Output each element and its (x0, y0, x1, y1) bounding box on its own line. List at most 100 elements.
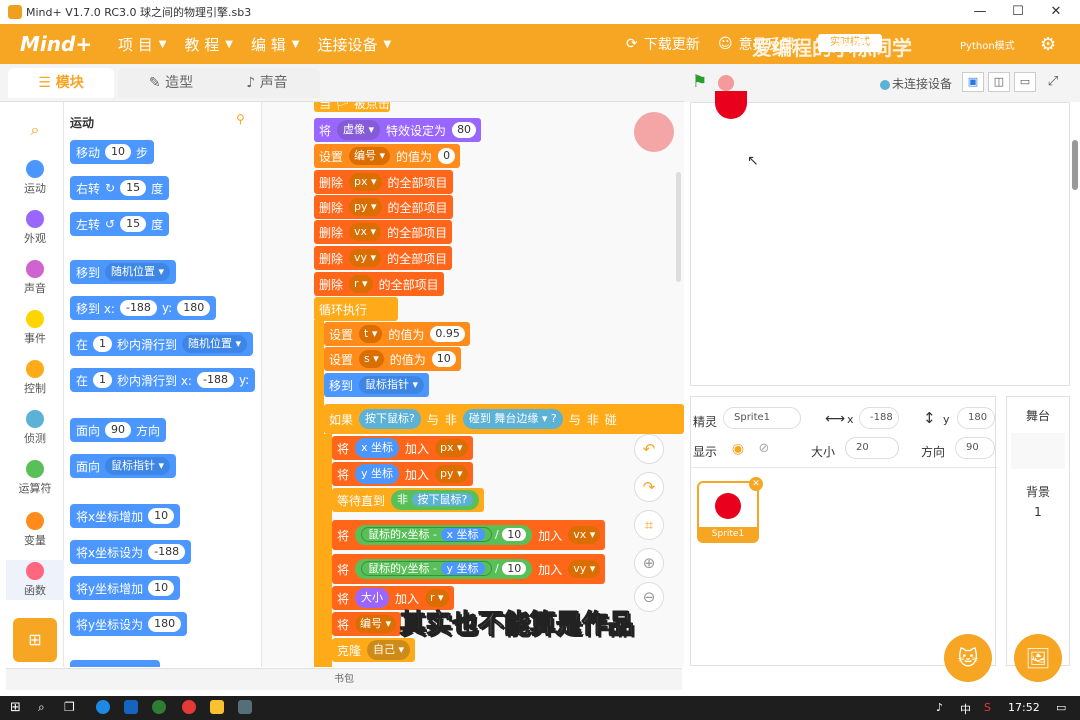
block-delete-px[interactable]: 删除 px ▾ 的全部项目 (314, 170, 453, 194)
block-add-id[interactable]: 将编号 ▾ (332, 612, 402, 636)
block-dropdown[interactable]: px ▾ (435, 439, 468, 457)
block-input[interactable]: 10 (431, 351, 456, 367)
mindplus-taskbar-icon[interactable] (238, 700, 252, 714)
category-operators[interactable]: 运算符 (6, 460, 64, 496)
block-dropdown[interactable]: 编号 ▾ (355, 615, 397, 633)
block-input[interactable]: -188 (196, 372, 234, 388)
block-dropdown[interactable]: 随机位置 ▾ (105, 263, 171, 281)
cleanup-icon[interactable]: ⌗ (634, 510, 664, 540)
menu-edit[interactable]: 编 辑 ▼ (251, 34, 299, 55)
green-flag-icon[interactable]: ⚑ (692, 72, 707, 92)
category-sensing[interactable]: 侦测 (6, 410, 64, 446)
window-scrollbar[interactable] (1072, 140, 1078, 190)
block-dropdown[interactable]: 自己 ▾ (367, 640, 411, 660)
edge-icon[interactable] (124, 700, 138, 714)
size-input[interactable]: 20 (845, 437, 899, 459)
hide-eye-icon[interactable]: ⊘ (753, 439, 775, 459)
block-dropdown[interactable]: vx ▾ (568, 526, 601, 544)
block-dropdown[interactable]: vy ▾ (349, 249, 382, 267)
zoom-in-icon[interactable]: ⊕ (634, 548, 664, 578)
reporter-divide[interactable]: 鼠标的y坐标 - y 坐标 / 10 (355, 559, 533, 579)
add-backdrop-icon[interactable]: 🖼 (1014, 634, 1062, 682)
block-dropdown[interactable]: 虚像 ▾ (337, 120, 381, 140)
download-update-button[interactable]: ⟳ 下载更新 (626, 24, 700, 64)
block-delete-vx[interactable]: 删除 vx ▾ 的全部项目 (314, 220, 453, 244)
folder-icon[interactable] (210, 700, 224, 714)
large-stage-icon[interactable]: ◫ (988, 72, 1010, 92)
category-sound[interactable]: 声音 (6, 260, 64, 296)
script-area[interactable]: 当 🏳 被点击 将虚像 ▾ 特效设定为 80 设置 编号 ▾ 的值为 0 删除 px ▾ 的全… (312, 102, 684, 667)
wide-stage-icon[interactable]: ▭ (1014, 72, 1036, 92)
block-partial[interactable] (70, 660, 160, 667)
block-dropdown[interactable]: 鼠标指针 ▾ (359, 376, 425, 394)
block-set-y[interactable]: 将y坐标设为 180 (70, 612, 188, 636)
tab-costumes[interactable]: ✎ 造型 (118, 68, 224, 98)
taskbar-search-icon[interactable]: ⌕ (38, 700, 45, 715)
category-looks[interactable]: 外观 (6, 210, 64, 246)
redo-icon[interactable]: ↷ (634, 472, 664, 502)
hat-green-flag[interactable]: 当 🏳 被点击 (314, 102, 390, 112)
block-dropdown[interactable]: s ▾ (359, 350, 384, 368)
block-goto-xy[interactable]: 移到 x: -188 y: 180 (70, 296, 217, 320)
category-motion[interactable]: 运动 (6, 160, 64, 196)
undo-icon[interactable]: ↶ (634, 434, 664, 464)
block-input[interactable]: 0 (438, 148, 456, 164)
block-input[interactable]: 10 (502, 562, 527, 575)
block-dropdown[interactable]: py ▾ (435, 465, 468, 483)
fullscreen-icon[interactable]: ⤢ (1042, 72, 1064, 92)
block-input[interactable]: 10 (105, 144, 132, 160)
block-dropdown[interactable]: py ▾ (349, 198, 382, 216)
block-forever[interactable]: 循环执行 (314, 297, 398, 321)
ime2-label[interactable]: S (984, 701, 991, 714)
stage-canvas[interactable]: ↖ (690, 91, 1070, 386)
block-input[interactable]: 10 (502, 528, 527, 541)
block-move-steps[interactable]: 移动 10 步 (70, 140, 155, 164)
category-events[interactable]: 事件 (6, 310, 64, 346)
block-input[interactable]: -188 (148, 544, 186, 560)
clock[interactable]: 17:52 (1008, 701, 1040, 714)
block-delete-r[interactable]: 删除 r ▾ 的全部项目 (314, 272, 444, 296)
block-if[interactable]: 如果 按下鼠标? 与 非 碰到 舞台边缘 ▾ ? 与 非 碰 (324, 404, 684, 434)
block-input[interactable]: 180 (148, 616, 182, 632)
tab-blocks[interactable]: ☰ 模块 (8, 68, 114, 98)
block-goto-random[interactable]: 移到 随机位置 ▾ (70, 260, 177, 284)
minimize-button[interactable]: — (962, 0, 998, 24)
sprite-thumbnail[interactable]: Sprite1 ✕ (697, 477, 763, 543)
ime-label[interactable]: 中 (960, 701, 971, 717)
block-change-y[interactable]: 将y坐标增加 10 (70, 576, 181, 600)
small-stage-icon[interactable]: ▣ (962, 72, 984, 92)
block-dropdown[interactable]: 编号 ▾ (349, 147, 391, 165)
windows-start-icon[interactable]: ⊞ (10, 700, 21, 715)
reporter-x-position[interactable]: x 坐标 (440, 528, 485, 541)
pin-icon[interactable]: ⚲ (236, 112, 245, 126)
reporter-subtract[interactable]: 鼠标的x坐标 - x 坐标 (361, 527, 492, 542)
block-dropdown[interactable]: px ▾ (349, 173, 382, 191)
reporter-y-position[interactable]: y 坐标 (440, 562, 485, 575)
reporter-touching[interactable]: 碰到 舞台边缘 ▾ ? (462, 409, 563, 429)
stage-panel[interactable]: 舞台 背景 1 (1006, 396, 1070, 666)
block-set-x[interactable]: 将x坐标设为 -188 (70, 540, 192, 564)
volume-icon[interactable]: ♪ (936, 701, 943, 714)
menu-tutorial[interactable]: 教 程 ▼ (184, 34, 232, 55)
block-turn-right[interactable]: 右转 ↻ 15 度 (70, 176, 170, 200)
block-dropdown[interactable]: 鼠标指针 ▾ (105, 457, 171, 475)
block-dropdown[interactable]: 随机位置 ▾ (182, 335, 248, 353)
wechat-icon[interactable] (152, 700, 166, 714)
tab-sounds[interactable]: ♪ 声音 (214, 68, 320, 98)
block-point-towards[interactable]: 面向 鼠标指针 ▾ (70, 454, 177, 478)
zoom-out-icon[interactable]: ⊖ (634, 582, 664, 612)
block-change-x[interactable]: 将x坐标增加 10 (70, 504, 181, 528)
browser-icon[interactable] (96, 700, 110, 714)
block-input[interactable]: 0.95 (430, 326, 465, 342)
reporter-x-position[interactable]: x 坐标 (355, 438, 400, 458)
block-dropdown[interactable]: vy ▾ (568, 560, 601, 578)
block-glide-xy[interactable]: 在 1 秒内滑行到 x: -188 y: (70, 368, 256, 392)
category-variables[interactable]: 变量 (6, 512, 64, 548)
block-glide-random[interactable]: 在 1 秒内滑行到 随机位置 ▾ (70, 332, 254, 356)
show-eye-icon[interactable]: ◉ (727, 439, 749, 459)
backpack-bar[interactable]: 书包 (6, 668, 682, 690)
sprite-red-ball[interactable] (715, 91, 747, 119)
settings-gear-icon[interactable]: ⚙ (1040, 24, 1056, 64)
category-functions[interactable]: 函数 (6, 560, 64, 600)
block-input[interactable]: 90 (105, 422, 132, 438)
